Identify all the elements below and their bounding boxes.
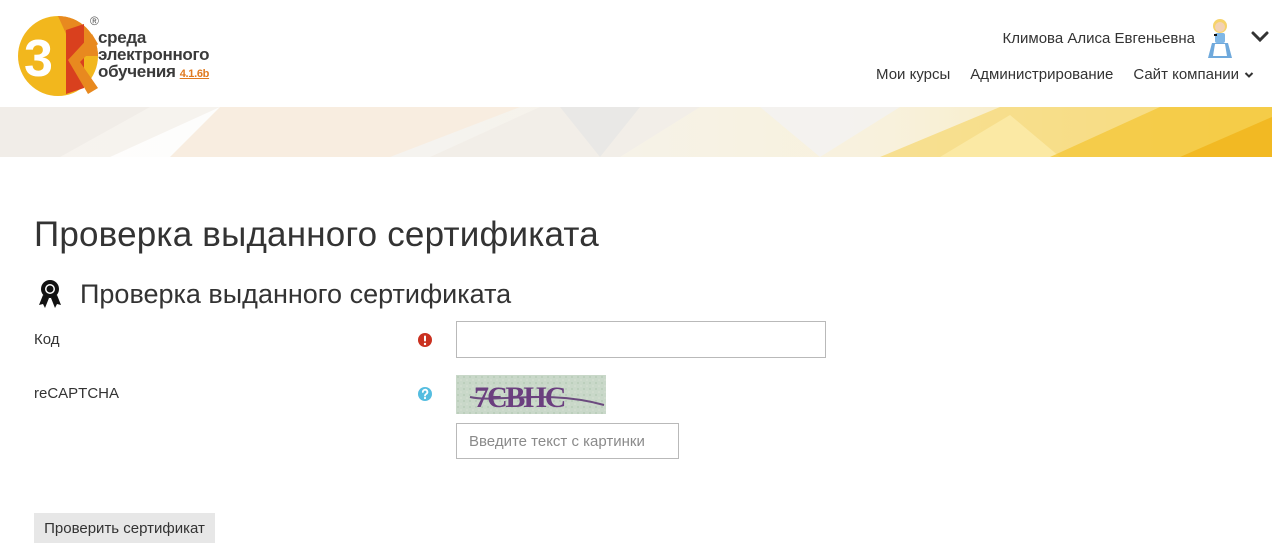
page-title: Проверка выданного сертификата bbox=[34, 215, 599, 254]
award-icon bbox=[39, 280, 61, 308]
nav-item-label: Мои курсы bbox=[876, 66, 951, 83]
recaptcha-label: reCAPTCHA bbox=[34, 385, 120, 402]
logo-line-3: обучения bbox=[98, 62, 176, 81]
logo-version[interactable]: 4.1.6b bbox=[180, 68, 210, 80]
nav-item-administration[interactable]: Администрирование bbox=[970, 66, 1113, 83]
site-header: 3 ® среда электронного обучения 4.1.6b Кл… bbox=[0, 0, 1272, 107]
nav-item-my-courses[interactable]: Мои курсы bbox=[876, 66, 950, 83]
chevron-down-icon[interactable] bbox=[1250, 28, 1270, 46]
logo-line-3-wrap: обучения 4.1.6b bbox=[98, 63, 209, 83]
captcha-text: 7ЄВНС bbox=[474, 381, 565, 414]
logo-text: среда электронного обучения 4.1.6b bbox=[98, 29, 209, 83]
nav-item-label: Сайт компании bbox=[1133, 66, 1239, 83]
site-logo[interactable]: 3 ® среда электронного обучения 4.1.6b bbox=[18, 14, 233, 98]
svg-text:3: 3 bbox=[24, 30, 53, 88]
user-name[interactable]: Климова Алиса Евгеньевна bbox=[1003, 30, 1195, 47]
section-heading: Проверка выданного сертификата bbox=[34, 278, 511, 310]
captcha-image: 7ЄВНС bbox=[456, 375, 606, 414]
nav-item-company-site[interactable]: Сайт компании bbox=[1133, 66, 1254, 83]
header-banner bbox=[0, 107, 1272, 157]
logo-line-2: электронного bbox=[98, 45, 210, 64]
code-label: Код bbox=[34, 331, 60, 348]
nav-item-label: Администрирование bbox=[970, 66, 1114, 83]
main-nav: Мои курсы Администрирование Сайт компани… bbox=[876, 66, 1254, 83]
question-circle-icon[interactable] bbox=[417, 386, 433, 402]
user-avatar[interactable] bbox=[1200, 16, 1240, 60]
captcha-input[interactable] bbox=[456, 423, 679, 459]
verify-certificate-button[interactable]: Проверить сертификат bbox=[34, 513, 215, 543]
logo-registered-mark: ® bbox=[90, 14, 99, 28]
caret-down-icon bbox=[1244, 71, 1254, 78]
code-input[interactable] bbox=[456, 321, 826, 358]
section-title: Проверка выданного сертификата bbox=[80, 278, 512, 309]
exclamation-circle-icon[interactable] bbox=[417, 332, 433, 348]
logo-line-1: среда bbox=[98, 28, 147, 47]
